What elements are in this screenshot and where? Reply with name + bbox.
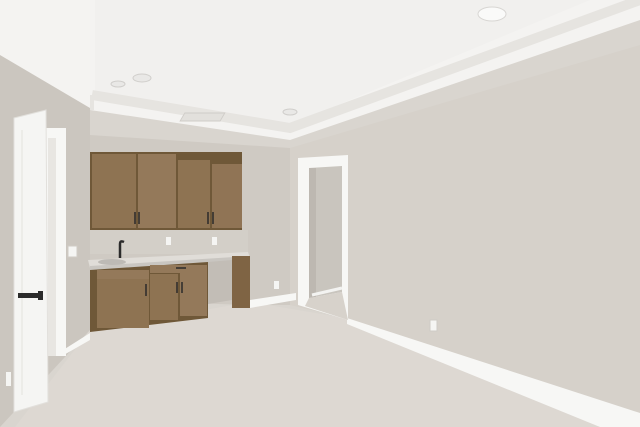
ceiling-light	[110, 80, 126, 88]
outlet	[429, 319, 438, 332]
outlet	[166, 237, 171, 245]
ceiling-light	[282, 108, 298, 116]
door-handle	[18, 293, 40, 298]
light-switch	[67, 245, 78, 258]
desk-side-panel	[232, 256, 250, 308]
desk-knee-space	[208, 260, 232, 304]
outlet	[274, 281, 279, 289]
smoke-detector	[477, 6, 507, 22]
door-frame-inner	[48, 138, 56, 356]
air-vent	[179, 112, 226, 122]
outlet	[6, 372, 11, 386]
door	[13, 109, 49, 413]
hallway-far-wall	[309, 168, 316, 298]
outlet	[212, 237, 217, 245]
sink	[98, 259, 126, 265]
room-illustration	[0, 0, 640, 427]
ceiling-light	[132, 73, 152, 83]
upper-cabinets	[90, 152, 242, 230]
room-photo	[0, 0, 640, 427]
